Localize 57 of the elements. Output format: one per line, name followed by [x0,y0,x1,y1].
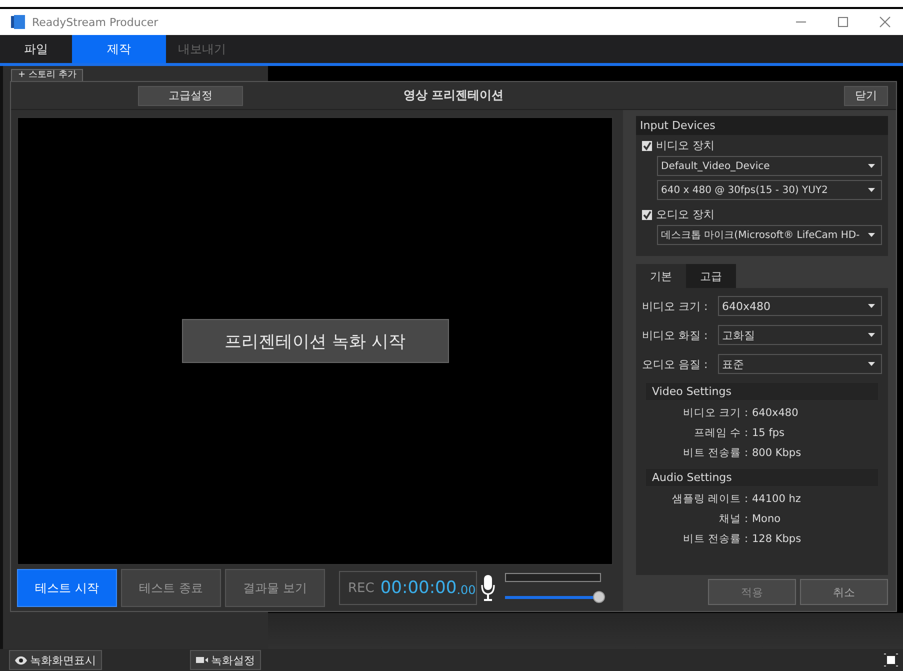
setting-value: Mono [752,513,781,525]
section-header: Video Settings [646,383,878,400]
checkbox[interactable] [642,140,652,150]
field-label: 비디오 화질 : [642,328,709,342]
checkbox[interactable] [642,210,652,220]
setting-value: 44100 hz [752,493,801,505]
cancel-button[interactable]: 취소 [800,579,888,605]
caret-icon [868,188,875,192]
setting-label: 비트 전송률 : [682,532,748,546]
dropdown[interactable]: 640 x 480 @ 30fps(15 - 30) YUY2 [657,180,882,200]
control-button[interactable]: 테스트 시작 [17,569,117,607]
window-title: ReadyStream Producer [32,16,158,28]
settings-tab[interactable]: 고급 [686,264,736,288]
start-recording-button[interactable]: 프리젠테이션 녹화 시작 [182,319,448,363]
caret-icon [868,164,875,168]
maximize-icon[interactable] [837,16,849,28]
dropdown[interactable]: 640x480 [718,296,882,316]
dialog-title: 영상 프리젠테이션 [402,87,505,104]
close-button[interactable]: 닫기 [844,86,888,106]
setting-label: 샘플링 레이트 : [670,492,748,506]
field-label: 오디오 음질 : [642,356,709,372]
section-header: Audio Settings [646,469,878,486]
setting-value: 640x480 [752,407,798,419]
setting-value: 128 Kbps [752,533,802,545]
setting-label: 채널 : [718,512,748,526]
caret-icon [868,333,875,337]
setting-label: 비트 전송률 : [682,446,748,460]
dropdown[interactable]: 고화질 [718,325,882,345]
menu-tab[interactable]: 파일 [0,35,72,63]
setting-value: 15 fps [752,427,785,439]
eye-icon [15,656,27,664]
microphone-icon [481,575,495,601]
caret-icon [868,233,875,237]
bottom-button[interactable]: 녹화화면표시 [9,650,102,670]
timer-display: REC 00:00:00.00 [339,571,477,605]
add-story-button[interactable]: + 스토리 추가 [11,69,84,82]
volume-slider[interactable] [505,591,605,603]
section-header: Input Devices [636,116,888,135]
settings-tab[interactable]: 기본 [636,264,686,288]
caret-icon [868,304,875,308]
fullscreen-icon[interactable] [883,653,899,667]
checkbox-label: 오디오 장치 [656,207,714,222]
camera-icon [196,656,208,664]
close-icon[interactable] [879,16,891,28]
app-logo-icon [10,14,26,30]
caret-icon [868,362,875,366]
setting-label: 비디오 크기 : [682,406,748,420]
dropdown[interactable]: Default_Video_Device [657,156,882,176]
setting-value: 800 Kbps [752,447,802,459]
advanced-settings-button[interactable]: 고급설정 [138,86,243,106]
bottom-button[interactable]: 녹화설정 [190,650,261,670]
field-label: 비디오 크기 : [642,298,709,314]
menu-tab[interactable]: 제작 [72,35,166,63]
dropdown[interactable]: 데스크톱 마이크(Microsoft® LifeCam HD- [657,225,882,245]
checkbox-label: 비디오 장치 [656,138,714,153]
setting-label: 프레임 수 : [692,426,748,440]
dropdown[interactable]: 표준 [718,354,882,374]
